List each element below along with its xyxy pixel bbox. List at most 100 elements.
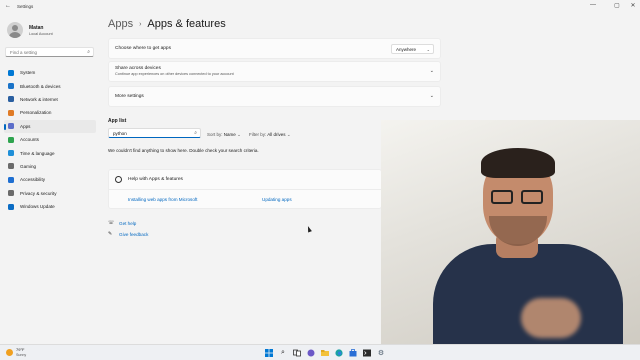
sidebar-item-system[interactable]: System: [4, 66, 96, 79]
sidebar-item-gaming[interactable]: Gaming: [4, 160, 96, 173]
task-view-icon[interactable]: [292, 348, 302, 358]
help-card: Help with Apps & features Installing web…: [108, 169, 383, 209]
settings-icon[interactable]: ⚙: [376, 348, 386, 358]
sidebar-item-label: Time & language: [20, 150, 55, 156]
terminal-icon[interactable]: [362, 348, 372, 358]
sidebar-item-label: Personalization: [20, 110, 52, 116]
breadcrumb-parent[interactable]: Apps: [108, 18, 133, 30]
globe-clock-icon: [8, 150, 14, 157]
bluetooth-icon: [8, 83, 14, 90]
sun-icon[interactable]: [6, 349, 13, 356]
sidebar: Matan Local Account ⌕ System Bluetooth &…: [0, 14, 100, 344]
chevron-right-icon: ›: [139, 21, 142, 28]
help-icon: ☏: [108, 220, 115, 226]
sort-by-control[interactable]: Sort by: Name ⌄: [207, 132, 241, 138]
sort-by-label: Sort by:: [207, 132, 223, 137]
maximize-button[interactable]: ▢: [611, 2, 623, 9]
filter-by-control[interactable]: Filter by: All drives ⌄: [249, 132, 291, 138]
glasses-left-lens: [491, 190, 513, 204]
windows-start-icon[interactable]: [264, 348, 274, 358]
sidebar-item-label: Accounts: [20, 137, 39, 143]
apps-source-dropdown[interactable]: Anywhere ⌄: [391, 44, 434, 54]
chevron-down-icon: ⌄: [237, 132, 241, 137]
sidebar-item-time-language[interactable]: Time & language: [4, 146, 96, 159]
sidebar-item-bluetooth[interactable]: Bluetooth & devices: [4, 79, 96, 92]
sidebar-item-privacy[interactable]: Privacy & security: [4, 187, 96, 200]
find-setting-input[interactable]: [6, 48, 84, 56]
dropdown-value: Anywhere: [396, 47, 417, 52]
sidebar-item-windows-update[interactable]: Windows Update: [4, 200, 96, 213]
divider: [109, 189, 383, 190]
updating-apps-link[interactable]: Updating apps: [262, 197, 292, 202]
chevron-down-icon[interactable]: ⌄: [430, 93, 434, 99]
minimize-button[interactable]: —: [587, 2, 599, 8]
file-explorer-icon[interactable]: [320, 348, 330, 358]
app-list-heading: App list: [108, 118, 127, 124]
weather-condition[interactable]: Sunny: [16, 353, 26, 357]
card-label: Choose where to get apps: [115, 46, 172, 51]
give-feedback-link[interactable]: ✎ Give feedback: [108, 231, 148, 237]
card-description: Continue app experiences on other device…: [115, 72, 234, 76]
apps-icon: [8, 123, 14, 130]
installing-web-apps-link[interactable]: Installing web apps from Microsoft: [128, 197, 197, 202]
user-name: Matan: [29, 25, 44, 31]
globe-icon: [115, 176, 122, 183]
sidebar-item-accounts[interactable]: Accounts: [4, 133, 96, 146]
store-icon[interactable]: [348, 348, 358, 358]
network-icon: [8, 96, 14, 103]
sidebar-item-label: Bluetooth & devices: [20, 83, 61, 89]
help-title[interactable]: Help with Apps & features: [128, 177, 183, 182]
more-settings-card[interactable]: More settings ⌄: [108, 86, 441, 107]
monitor-icon: [8, 69, 14, 76]
webcam-overlay: [381, 120, 640, 344]
sidebar-item-apps[interactable]: Apps: [4, 119, 96, 133]
sidebar-item-label: System: [20, 70, 36, 76]
chat-icon[interactable]: [306, 348, 316, 358]
sidebar-item-label: Network & internet: [20, 96, 58, 102]
feedback-icon: ✎: [108, 231, 113, 237]
mouse-cursor: [306, 225, 312, 233]
sidebar-item-label: Accessibility: [20, 177, 46, 183]
give-feedback-label: Give feedback: [119, 231, 149, 237]
sidebar-item-network[interactable]: Network & internet: [4, 93, 96, 106]
sidebar-item-label: Gaming: [20, 163, 37, 169]
accessibility-icon: [8, 176, 14, 183]
back-arrow-icon[interactable]: ←: [5, 3, 11, 9]
card-label: Share across devices: [115, 66, 161, 71]
title-bar: ← Settings — ▢ ✕: [0, 0, 640, 14]
presenter-hand: [521, 298, 581, 338]
sidebar-item-label: Apps: [20, 123, 31, 129]
search-icon[interactable]: ⌕: [278, 348, 288, 358]
filter-by-value: All drives: [267, 132, 286, 137]
sidebar-item-personalization[interactable]: Personalization: [4, 106, 96, 119]
glasses-right-lens: [521, 190, 543, 204]
get-help-link[interactable]: ☏ Get help: [108, 220, 136, 226]
window-title: Settings: [17, 4, 34, 9]
empty-results-message: We couldn't find anything to show here. …: [108, 148, 259, 153]
person-icon: [8, 136, 14, 143]
account-type: Local Account: [29, 32, 53, 36]
chevron-down-icon[interactable]: ⌄: [430, 68, 434, 74]
weather-temperature[interactable]: 79°F: [16, 347, 25, 352]
page-title: Apps & features: [147, 18, 226, 30]
sort-by-value: Name: [223, 132, 236, 137]
close-button[interactable]: ✕: [627, 2, 639, 9]
find-setting-search[interactable]: ⌕: [5, 47, 94, 57]
share-across-devices-card[interactable]: Share across devices Continue app experi…: [108, 61, 441, 82]
sidebar-item-accessibility[interactable]: Accessibility: [4, 173, 96, 186]
app-search-input[interactable]: [109, 129, 191, 137]
search-icon[interactable]: ⌕: [194, 130, 197, 136]
get-help-label: Get help: [119, 220, 137, 226]
avatar[interactable]: [7, 22, 23, 38]
chevron-down-icon: ⌄: [286, 132, 291, 137]
update-icon: [8, 203, 14, 210]
brush-icon: [8, 109, 14, 116]
choose-apps-source-card: Choose where to get apps Anywhere ⌄: [108, 38, 441, 59]
taskbar: 79°F Sunny ⌕ ⚙: [0, 344, 640, 360]
app-list-search[interactable]: ⌕: [108, 128, 201, 138]
edge-icon[interactable]: [334, 348, 344, 358]
shield-icon: [8, 190, 14, 197]
taskbar-apps: ⌕ ⚙: [264, 348, 386, 358]
breadcrumb: Apps › Apps & features: [108, 18, 226, 30]
search-icon[interactable]: ⌕: [87, 49, 90, 55]
